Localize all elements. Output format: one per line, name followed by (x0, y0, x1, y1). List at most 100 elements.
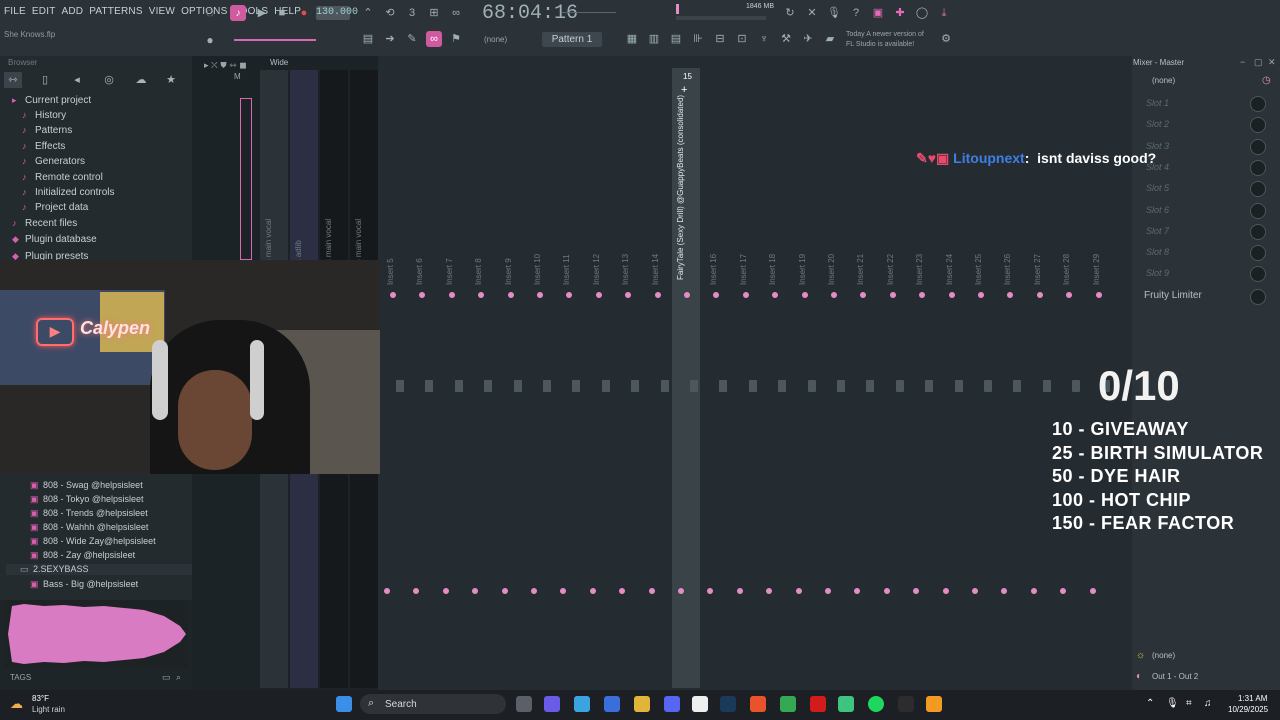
minimize-icon[interactable]: − (1240, 57, 1245, 67)
weather-temp[interactable]: 83°F (32, 694, 49, 703)
tree-item-generators[interactable]: ♪ Generators (22, 156, 85, 167)
spotify-active-icon[interactable] (838, 696, 854, 712)
insert-volume-fader[interactable] (602, 380, 610, 392)
insert-mute-led[interactable] (625, 292, 631, 298)
mic-icon[interactable]: 🎙 (826, 5, 842, 21)
plugin-icon[interactable]: ✚ (892, 5, 908, 21)
plugin-picker-icon[interactable]: ♆ (756, 31, 772, 47)
clock-time[interactable]: 1:31 AM (1238, 694, 1267, 703)
limiter-mix-knob[interactable] (1250, 289, 1266, 305)
file-item[interactable]: ▣ 808 - Zay @helpsisleet (30, 550, 135, 561)
insert-volume-fader[interactable] (719, 380, 727, 392)
link-icon[interactable]: ∞ (426, 31, 442, 47)
insert-route-led[interactable] (884, 588, 890, 594)
insert-mute-led[interactable] (478, 292, 484, 298)
file-item[interactable]: ▣ 808 - Swag @helpsisleet (30, 480, 143, 491)
slot-mix-knob[interactable] (1250, 139, 1266, 155)
slot-mix-knob[interactable] (1250, 96, 1266, 112)
store-icon[interactable] (604, 696, 620, 712)
browser-tab-lib-icon[interactable]: ◎ (100, 72, 118, 88)
insert-volume-fader[interactable] (808, 380, 816, 392)
loop-record-icon[interactable]: ∞ (448, 5, 464, 21)
insert-volume-fader[interactable] (837, 380, 845, 392)
insert-route-led[interactable] (1090, 588, 1096, 594)
menu-file[interactable]: FILE (4, 6, 26, 17)
slot-mix-knob[interactable] (1250, 245, 1266, 261)
piano-roll-icon[interactable]: ▤ (668, 31, 684, 47)
weather-icon[interactable]: ☁ (10, 696, 23, 712)
insert-route-led[interactable] (502, 588, 508, 594)
insert-volume-fader[interactable] (455, 380, 463, 392)
insert-volume-fader[interactable] (778, 380, 786, 392)
snap-selector[interactable]: (none) (484, 35, 507, 44)
capcut-icon[interactable] (692, 696, 708, 712)
insert-route-led[interactable] (443, 588, 449, 594)
project-icon[interactable]: ⊡ (734, 31, 750, 47)
save-icon[interactable]: ▣ (870, 5, 886, 21)
insert-mute-led[interactable] (713, 292, 719, 298)
tree-item-project-data[interactable]: ♪ Project data (22, 202, 88, 213)
insert-volume-fader[interactable] (484, 380, 492, 392)
insert-route-led[interactable] (796, 588, 802, 594)
insert-route-led[interactable] (913, 588, 919, 594)
mixer-slot[interactable]: Slot 5 (1146, 183, 1169, 193)
tree-item-effects[interactable]: ♪ Effects (22, 141, 65, 152)
insert-route-led[interactable] (766, 588, 772, 594)
draw-icon[interactable]: ✎ (404, 31, 420, 47)
refresh-icon[interactable]: ↻ (782, 5, 798, 21)
task-view-icon[interactable] (516, 696, 532, 712)
file-explorer-icon[interactable] (634, 696, 650, 712)
insert-volume-fader[interactable] (1043, 380, 1051, 392)
mixer-slot[interactable]: Slot 9 (1146, 268, 1169, 278)
insert-mute-led[interactable] (1037, 292, 1043, 298)
playlist-icon[interactable]: ▤ (360, 31, 376, 47)
insert-route-led[interactable] (707, 588, 713, 594)
mixer-slot[interactable]: Slot 7 (1146, 226, 1169, 236)
insert-route-led[interactable] (678, 588, 684, 594)
taskbar-search[interactable] (360, 694, 506, 714)
panic-icon[interactable]: ✕ (804, 5, 820, 21)
tool-icon[interactable]: ⚒ (778, 31, 794, 47)
pattern-selector[interactable]: Pattern 1 (542, 32, 602, 47)
mixer-icon[interactable]: ⊪ (690, 31, 706, 47)
discord-icon[interactable] (664, 696, 680, 712)
tag-folder-icon[interactable]: ▭ (162, 672, 171, 683)
insert-mute-led[interactable] (1066, 292, 1072, 298)
sample-waveform-preview[interactable] (4, 600, 188, 668)
insert-volume-fader[interactable] (984, 380, 992, 392)
browser-tab-plugins-icon[interactable]: ◂ (68, 72, 86, 88)
tree-item-plugin-database[interactable]: ◆ Plugin database (12, 234, 97, 245)
brave-icon[interactable] (750, 696, 766, 712)
eq-selector[interactable]: (none) (1152, 651, 1175, 660)
browser-tab-all-icon[interactable]: ⇿ (4, 72, 22, 88)
help-icon[interactable]: ? (848, 5, 864, 21)
output-selector[interactable]: Out 1 - Out 2 (1152, 672, 1198, 681)
insert-route-led[interactable] (854, 588, 860, 594)
master-knob-icon[interactable]: ● (202, 32, 218, 48)
insert-mute-led[interactable] (655, 292, 661, 298)
insert-mute-led[interactable] (890, 292, 896, 298)
insert-route-led[interactable] (972, 588, 978, 594)
insert-route-led[interactable] (737, 588, 743, 594)
song-mode-button[interactable]: ♪ (230, 5, 246, 21)
mic-tray-icon[interactable]: 🎙 (1166, 698, 1179, 709)
browser-tab-star-icon[interactable]: ★ (162, 72, 180, 88)
slot-mix-knob[interactable] (1250, 181, 1266, 197)
insert-mute-led[interactable] (802, 292, 808, 298)
weather-condition[interactable]: Light rain (32, 705, 65, 714)
close-icon[interactable]: ✕ (1268, 57, 1276, 68)
master-volume-slider[interactable] (234, 39, 316, 41)
slot-10-fruity-limiter[interactable]: Fruity Limiter (1144, 290, 1202, 301)
insert-volume-fader[interactable] (572, 380, 580, 392)
insert-mute-led[interactable] (684, 292, 690, 298)
insert-mute-led[interactable] (949, 292, 955, 298)
slot-mix-knob[interactable] (1250, 117, 1266, 133)
menu-view[interactable]: VIEW (149, 6, 175, 17)
insert-volume-fader[interactable] (896, 380, 904, 392)
play-icon[interactable]: ▶ (254, 5, 270, 21)
arrow-right-icon[interactable]: ➔ (382, 31, 398, 47)
tree-item-recent-files[interactable]: ♪ Recent files (12, 218, 77, 229)
network-icon[interactable]: ⌗ (1186, 698, 1192, 709)
slot-mix-knob[interactable] (1250, 224, 1266, 240)
piano-icon[interactable]: ▰ (822, 31, 838, 47)
